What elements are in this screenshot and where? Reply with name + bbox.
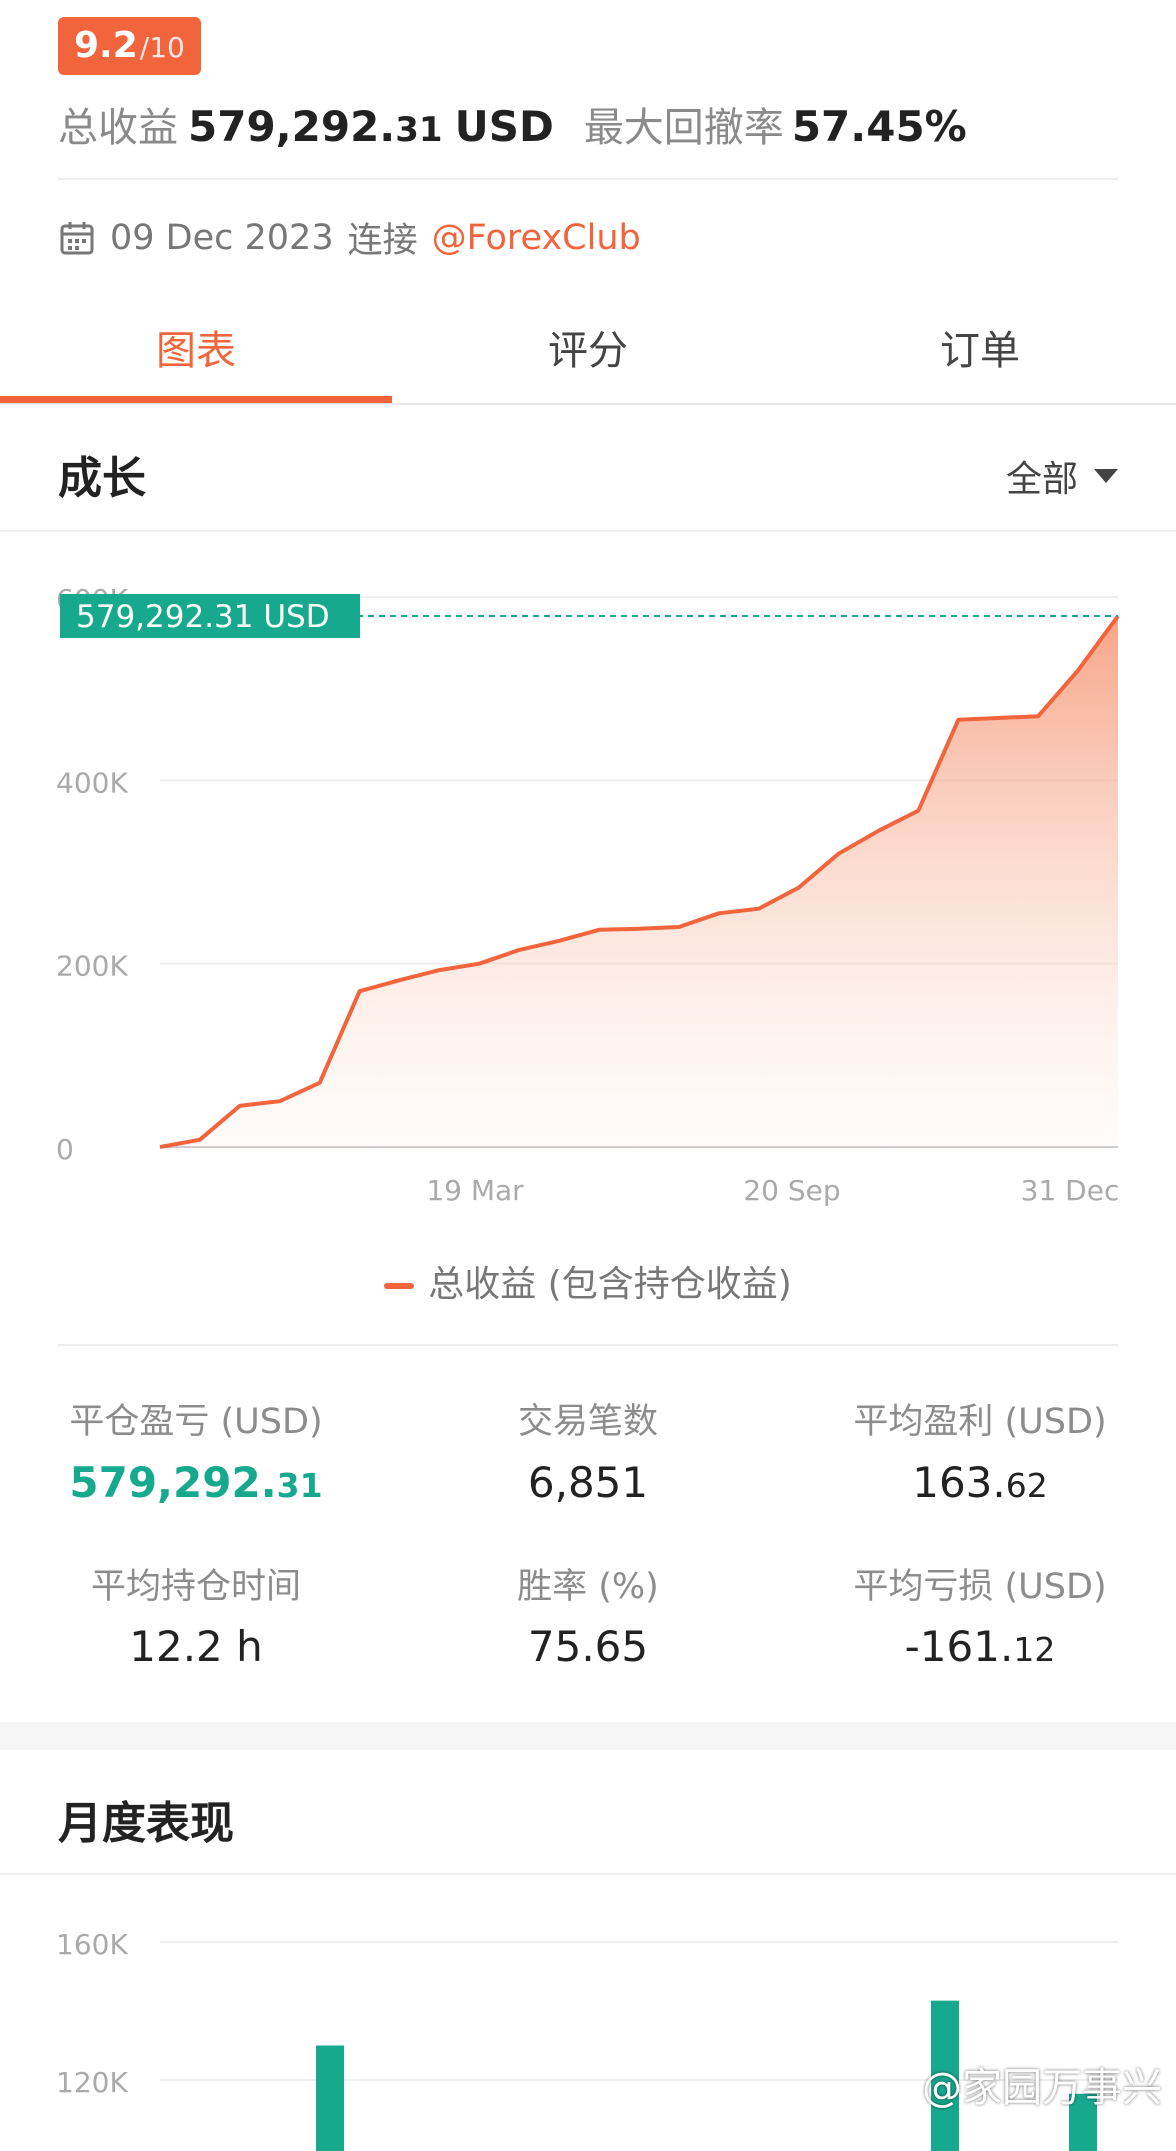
total-profit-main: 579,292. xyxy=(188,102,396,151)
legend-label: 总收益 (包含持仓收益) xyxy=(428,1264,792,1305)
growth-chart: 0200K400K600K19 Mar20 Sep31 Dec579,292.3… xyxy=(56,583,1120,1207)
chart-legend: 总收益 (包含持仓收益) xyxy=(0,1255,1176,1307)
profit-summary: 总收益 579,292. 31 USD 最大回撤率 57.45% xyxy=(58,95,967,153)
rating-score: 9.2 xyxy=(74,25,138,66)
calendar-icon xyxy=(60,221,94,254)
y-tick-label: 160K xyxy=(56,1928,128,1961)
account-link[interactable]: @ForexClub xyxy=(432,218,641,258)
watermark: @家园万事兴 xyxy=(922,2065,1162,2111)
connection-info: 09 Dec 2023 连接 @ForexClub xyxy=(58,212,641,263)
rating-total: /10 xyxy=(139,31,185,64)
growth-header-divider xyxy=(0,530,1176,532)
current-value-tag: 579,292.31 USD xyxy=(76,599,330,635)
active-tab-indicator xyxy=(0,396,392,403)
header-divider xyxy=(58,178,1118,180)
total-profit-label: 总收益 xyxy=(58,105,178,151)
x-tick-label: 20 Sep xyxy=(743,1174,840,1207)
rating-badge: 9.2 /10 xyxy=(58,17,201,75)
win-rate-value: 75.65 xyxy=(527,1622,649,1671)
connect-date: 09 Dec 2023 xyxy=(110,217,334,258)
avg-hold-time-label: 平均持仓时间 xyxy=(90,1567,301,1607)
avg-loss-label: 平均亏损 (USD) xyxy=(853,1567,1107,1607)
y-tick-label: 400K xyxy=(56,766,128,799)
avg-profit-label: 平均盈利 (USD) xyxy=(853,1402,1107,1442)
x-tick-label: 19 Mar xyxy=(426,1174,524,1207)
max-drawdown-value: 57.45% xyxy=(791,102,967,151)
total-profit-decimals: 31 xyxy=(395,110,443,150)
stats-divider xyxy=(58,1344,1118,1346)
y-tick-label: 200K xyxy=(56,950,128,983)
total-profit-unit: USD xyxy=(454,102,554,151)
trade-count-label: 交易笔数 xyxy=(517,1402,658,1442)
monthly-bar xyxy=(316,2045,344,2151)
growth-area xyxy=(160,616,1118,1147)
tab-rating[interactable]: 评分 xyxy=(392,318,784,376)
tab-orders[interactable]: 订单 xyxy=(784,318,1176,376)
range-filter-dropdown[interactable]: 全部 xyxy=(1006,450,1118,502)
connect-label: 连接 xyxy=(347,221,418,261)
y-tick-label: 0 xyxy=(56,1133,74,1166)
x-tick-label: 31 Dec xyxy=(1021,1174,1120,1207)
section-separator xyxy=(0,1722,1176,1750)
tabs-divider xyxy=(0,403,1176,405)
max-drawdown-label: 最大回撤率 xyxy=(583,105,784,151)
closed-pnl-value: 579,292.31 xyxy=(69,1458,323,1507)
legend-swatch xyxy=(384,1283,415,1289)
caret-down-icon xyxy=(1094,469,1118,483)
win-rate-label: 胜率 (%) xyxy=(517,1567,659,1607)
avg-loss-value: -161.12 xyxy=(904,1622,1056,1671)
closed-pnl-label: 平仓盈亏 (USD) xyxy=(69,1402,323,1442)
avg-hold-time-value: 12.2 h xyxy=(129,1622,263,1671)
y-tick-label: 120K xyxy=(56,2066,128,2099)
monthly-header-divider xyxy=(0,1873,1176,1875)
range-filter-label: 全部 xyxy=(1005,459,1078,500)
tab-chart[interactable]: 图表 xyxy=(0,318,392,376)
growth-title: 成长 xyxy=(58,453,146,504)
trade-count-value: 6,851 xyxy=(527,1458,649,1507)
avg-profit-value: 163.62 xyxy=(912,1458,1048,1507)
monthly-title: 月度表现 xyxy=(58,1798,234,1849)
